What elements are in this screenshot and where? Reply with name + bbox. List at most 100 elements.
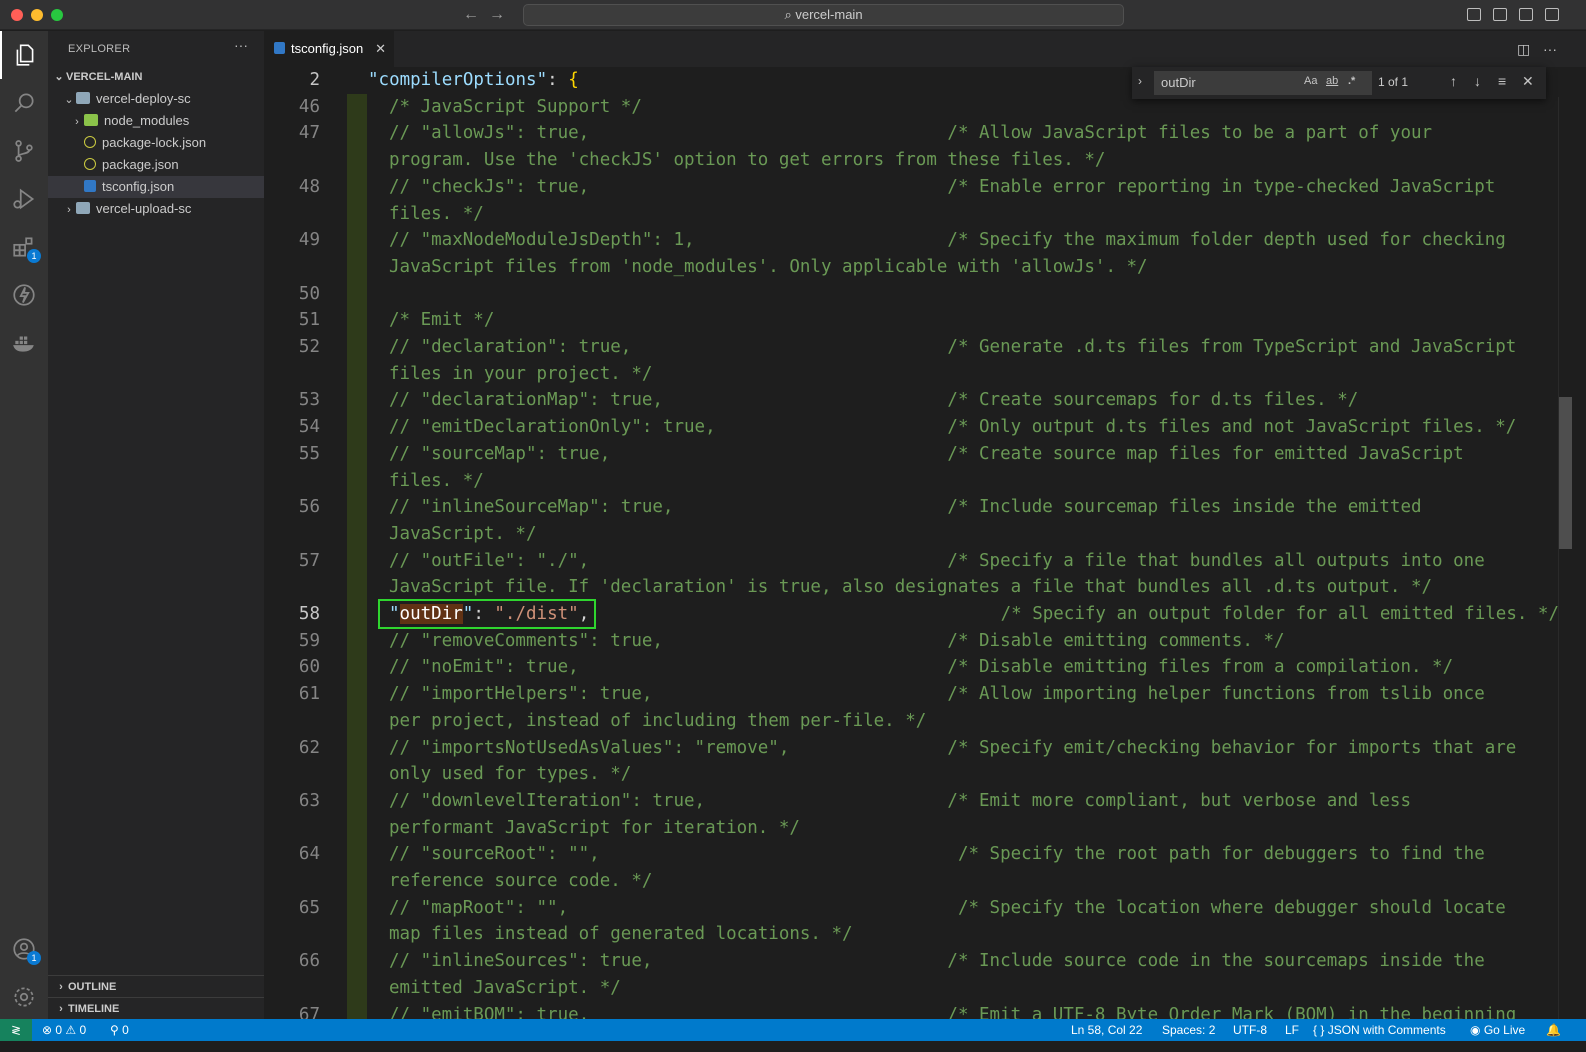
warning-icon: ⚠ (65, 1023, 80, 1037)
folder-icon (76, 202, 90, 214)
tab-bar: tsconfig.json ✕ ◫ ··· (264, 31, 1586, 67)
find-widget: › outDir Aa ab .* 1 of 1 ↑ ↓ ≡ ✕ (1132, 67, 1546, 99)
timeline-section[interactable]: › TIMELINE (48, 997, 264, 1019)
active-code-line: "outDir": "./dist",/* Specify an output … (389, 604, 1559, 624)
workspace-root[interactable]: ⌄ VERCEL-MAIN (48, 66, 264, 88)
code-line: performant JavaScript for iteration. */ (389, 817, 800, 838)
language-mode[interactable]: { } JSON with Comments (1313, 1019, 1446, 1041)
line-number: 52 (298, 337, 320, 357)
lightning-icon[interactable] (0, 271, 48, 319)
chevron-right-icon: › (59, 1003, 63, 1015)
tree-item-vercel-deploy-sc[interactable]: ⌄ vercel-deploy-sc (48, 88, 264, 110)
code-line: // "importsNotUsedAsValues": "remove", /… (389, 737, 1517, 758)
problems-indicator[interactable]: ⊗ 0 ⚠ 0 (42, 1019, 86, 1041)
code-line: // "emitDeclarationOnly": true, /* Only … (389, 417, 1517, 438)
line-number: 48 (298, 176, 320, 197)
match-whole-word-button[interactable]: ab (1326, 75, 1338, 87)
tree-item-package-lock[interactable]: package-lock.json (48, 132, 264, 154)
code-line: files. */ (389, 470, 484, 491)
accounts-icon[interactable]: 1 (0, 925, 48, 973)
close-tab-icon[interactable]: ✕ (375, 32, 386, 66)
explorer-sidebar: EXPLORER ··· ⌄ VERCEL-MAIN ⌄ vercel-deploy… (48, 31, 264, 1030)
zoom-window-button[interactable] (51, 9, 63, 21)
eol-status[interactable]: LF (1285, 1019, 1299, 1041)
command-center-search[interactable]: ⌕ vercel-main (523, 4, 1124, 26)
forward-arrow-icon[interactable]: → (489, 5, 505, 25)
scrollbar-thumb[interactable] (1559, 397, 1572, 549)
ports-indicator[interactable]: ⚲ 0 (110, 1019, 129, 1041)
search-icon[interactable] (0, 79, 48, 127)
toggle-secondary-sidebar-icon[interactable] (1519, 8, 1533, 21)
code-line: JavaScript file. If 'declaration' is tru… (389, 577, 1433, 598)
run-debug-icon[interactable] (0, 175, 48, 223)
find-input[interactable]: outDir (1154, 71, 1372, 95)
tree-item-package-json[interactable]: package.json (48, 154, 264, 176)
code-line: // "allowJs": true, /* Allow JavaScript … (389, 123, 1433, 144)
source-control-icon[interactable] (0, 127, 48, 175)
encoding-status[interactable]: UTF-8 (1233, 1019, 1267, 1041)
code-line: files. */ (389, 203, 484, 224)
back-arrow-icon[interactable]: ← (463, 5, 479, 25)
tree-item-tsconfig[interactable]: tsconfig.json (48, 176, 264, 198)
line-number: 59 (298, 630, 320, 651)
folder-open-icon (76, 92, 90, 104)
code-line: program. Use the 'checkJS' option to get… (389, 150, 1106, 171)
code-editor[interactable]: 2 "compilerOptions": { 46 /* JavaScript S… (264, 67, 1564, 1030)
chevron-down-icon: ⌄ (54, 71, 64, 83)
code-line: /* JavaScript Support */ (389, 96, 642, 117)
previous-match-arrow-icon[interactable]: ↑ (1450, 73, 1457, 89)
more-actions-icon[interactable]: ··· (234, 37, 248, 53)
close-window-button[interactable] (11, 9, 23, 21)
cursor-position[interactable]: Ln 58, Col 22 (1071, 1019, 1142, 1041)
code-line: /* Emit */ (389, 310, 495, 331)
error-icon: ⊗ (42, 1023, 56, 1037)
docker-icon[interactable] (0, 319, 48, 367)
gear-icon[interactable] (0, 973, 48, 1021)
code-line: reference source code. */ (389, 871, 653, 891)
explorer-icon[interactable] (0, 31, 48, 79)
line-number: 60 (298, 657, 320, 678)
line-number: 55 (298, 443, 320, 464)
more-actions-icon[interactable]: ··· (1543, 41, 1557, 57)
use-regex-button[interactable]: .* (1348, 75, 1355, 87)
chevron-right-icon: › (67, 204, 71, 216)
close-find-icon[interactable]: ✕ (1522, 73, 1534, 90)
split-editor-icon[interactable]: ◫ (1517, 41, 1530, 58)
code-line: // "maxNodeModuleJsDepth": 1, /* Specify… (389, 230, 1506, 251)
next-match-arrow-icon[interactable]: ↓ (1474, 73, 1481, 89)
line-number: 50 (298, 283, 320, 304)
find-in-selection-icon[interactable]: ≡ (1498, 73, 1506, 89)
extensions-icon[interactable]: 1 (0, 223, 48, 271)
tree-item-node-modules[interactable]: › node_modules (48, 110, 264, 132)
go-live-button[interactable]: ◉ Go Live (1470, 1019, 1525, 1041)
indentation-status[interactable]: Spaces: 2 (1162, 1019, 1215, 1041)
json-file-icon (84, 136, 96, 148)
status-bar: ≷ ⊗ 0 ⚠ 0 ⚲ 0 Ln 58, Col 22 Spaces: 2 UT… (0, 1019, 1586, 1041)
title-bar: ← → ⌕ vercel-main (0, 0, 1586, 30)
tab-tsconfig[interactable]: tsconfig.json ✕ (264, 31, 394, 67)
minimize-window-button[interactable] (31, 9, 43, 21)
notifications-bell-icon[interactable]: 🔔 (1546, 1019, 1561, 1041)
line-number: 66 (298, 951, 320, 972)
code-line: // "mapRoot": "", /* Specify the locatio… (389, 897, 1506, 918)
line-number: 56 (298, 497, 320, 518)
toggle-primary-sidebar-icon[interactable] (1467, 8, 1481, 21)
chevron-down-icon: ⌄ (64, 94, 74, 106)
customize-layout-icon[interactable] (1545, 8, 1559, 21)
code-line: // "declaration": true, /* Generate .d.t… (389, 337, 1517, 357)
remote-indicator-icon[interactable]: ≷ (0, 1019, 32, 1041)
line-number: 58 (298, 604, 320, 624)
match-case-button[interactable]: Aa (1304, 75, 1317, 87)
indent-guide (347, 94, 367, 1030)
toggle-replace-chevron-icon[interactable]: › (1138, 74, 1142, 88)
outline-section[interactable]: › OUTLINE (48, 975, 264, 997)
editor-scrollbar[interactable] (1558, 97, 1572, 1030)
tsconfig-file-icon (274, 42, 285, 54)
line-number: 61 (298, 684, 320, 705)
line-number: 54 (298, 417, 320, 438)
code-line: JavaScript files from 'node_modules'. On… (389, 256, 1148, 277)
toggle-panel-icon[interactable] (1493, 8, 1507, 21)
tree-item-vercel-upload-sc[interactable]: › vercel-upload-sc (48, 198, 264, 220)
line-number: 64 (298, 844, 320, 865)
code-line: map files instead of generated locations… (389, 924, 853, 945)
